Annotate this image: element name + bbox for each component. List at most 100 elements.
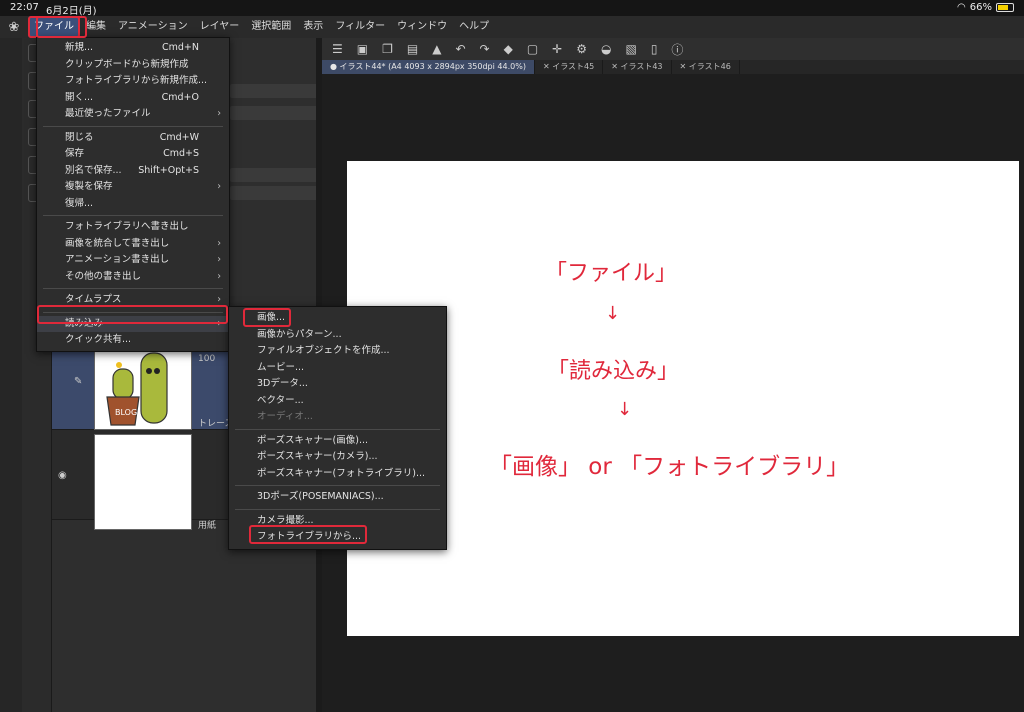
left-dock (0, 38, 22, 712)
menu-separator (235, 428, 440, 430)
flip-icon[interactable]: ◆ (504, 42, 513, 56)
menu-item[interactable]: 複製を保存 › (37, 179, 229, 196)
panel-control[interactable] (230, 84, 322, 98)
redo-icon[interactable]: ↷ (480, 42, 490, 56)
menu-item[interactable]: カメラ撮影... (229, 513, 446, 530)
menu-separator (43, 125, 223, 127)
menu-item[interactable]: 開く... Cmd+O (37, 90, 229, 107)
menu-item-label: クリップボードから新規作成 (65, 58, 189, 70)
menu-item[interactable]: その他の書き出し › (37, 269, 229, 286)
menu-item[interactable]: クリップボードから新規作成 (37, 57, 229, 74)
eye-icon[interactable]: ◉ (58, 470, 67, 481)
panel-control[interactable] (230, 168, 322, 182)
menu-item[interactable]: 閉じる Cmd+W (37, 130, 229, 147)
help-icon[interactable]: ⓘ (671, 41, 683, 58)
menu-item[interactable]: ファイルオブジェクトを作成... (229, 343, 446, 360)
undo-icon[interactable]: ↶ (455, 42, 465, 56)
app-logo-icon[interactable]: ❀ (0, 20, 28, 35)
chevron-right-icon: › (217, 181, 221, 192)
tab-document[interactable]: ✕ イラスト43 (603, 60, 672, 74)
cactus-illustration: BLOG (106, 352, 168, 426)
menu-item-shortcut: Cmd+S (163, 148, 199, 159)
menu-item[interactable]: ポーズスキャナー(画像)... (229, 433, 446, 450)
menu-item[interactable]: 3Dデータ... (229, 376, 446, 393)
chevron-right-icon: › (217, 294, 221, 305)
menu-item-shortcut: Cmd+N (162, 42, 199, 53)
layer-thumbnail: BLOG (94, 344, 192, 430)
menu-item[interactable]: ポーズスキャナー(カメラ)... (229, 449, 446, 466)
menu-item-label: その他の書き出し (65, 270, 142, 282)
menu-item[interactable]: ムービー... (229, 360, 446, 377)
menu-item[interactable]: 画像... (229, 310, 446, 327)
new-file-icon[interactable]: ❐ (382, 42, 393, 56)
document-tabs: ● イラスト44* (A4 4093 x 2894px 350dpi 44.0%… (322, 60, 1024, 74)
select-icon[interactable]: ▧ (625, 42, 636, 56)
annotation-import: 「読み込み」 (547, 359, 680, 384)
menu-view[interactable]: 表示 (297, 16, 329, 38)
tab-document[interactable]: ✕ イラスト45 (535, 60, 604, 74)
menu-selection[interactable]: 選択範囲 (245, 16, 297, 38)
menu-item[interactable]: 画像からパターン... (229, 327, 446, 344)
panel-control[interactable] (230, 106, 322, 120)
battery-icon (996, 3, 1014, 12)
layer-opacity: 100 (198, 354, 216, 364)
menu-file[interactable]: ファイル (28, 16, 80, 38)
menu-help[interactable]: ヘルプ (453, 16, 495, 38)
tab-document[interactable]: ✕ イラスト46 (672, 60, 740, 74)
transform-icon[interactable]: ▢ (527, 42, 538, 56)
menu-item-label: ムービー... (257, 361, 305, 373)
menu-item-label: 画像からパターン... (257, 328, 342, 340)
menu-item-label: フォトライブラリから新規作成... (65, 75, 208, 86)
menu-item-label: 復帰... (65, 197, 94, 209)
menu-layer[interactable]: レイヤー (194, 16, 246, 38)
menu-item: オーディオ... (229, 409, 446, 426)
fill-icon[interactable]: ◒ (601, 42, 611, 56)
drawing-canvas[interactable]: 「ファイル」 ↓ 「読み込み」 ↓ 「画像」 or 「フォトライブラリ」 (347, 161, 1019, 636)
chevron-right-icon: › (217, 317, 221, 329)
menu-item-label: 開く... (65, 91, 94, 103)
menu-item[interactable]: フォトライブラリへ書き出し (37, 219, 229, 236)
menu-icon[interactable]: ☰ (332, 42, 343, 56)
menu-item[interactable]: 画像を統合して書き出し › (37, 236, 229, 253)
menu-item[interactable]: 最近使ったファイル › (37, 106, 229, 123)
menu-item[interactable]: 3Dポーズ(POSEMANIACS)... (229, 489, 446, 506)
menu-item-shortcut: Cmd+O (161, 91, 199, 103)
menu-item[interactable]: アニメーション書き出し › (37, 252, 229, 269)
menu-item-label: ポーズスキャナー(フォトライブラリ)... (257, 467, 425, 479)
menu-edit[interactable]: 編集 (80, 16, 112, 38)
menu-item[interactable]: ポーズスキャナー(フォトライブラリ)... (229, 466, 446, 483)
menu-animation[interactable]: アニメーション (112, 16, 194, 38)
menu-item-label: クイック共有... (65, 334, 132, 345)
menu-item[interactable]: フォトライブラリから... (229, 529, 446, 546)
save-icon[interactable]: ▲ (432, 42, 441, 56)
menu-item[interactable]: 保存 Cmd+S (37, 146, 229, 163)
menu-item-label: ファイルオブジェクトを作成... (257, 345, 390, 356)
phone-icon[interactable]: ▯ (651, 42, 658, 56)
menu-filter[interactable]: フィルター (329, 16, 391, 38)
import-submenu: 画像... 画像からパターン... ファイルオブジェクトを作成... ムービー... 3… (228, 306, 447, 550)
menu-item[interactable]: 復帰... (37, 196, 229, 213)
chevron-right-icon: › (217, 237, 221, 249)
menu-window[interactable]: ウィンドウ (391, 16, 453, 38)
menu-item[interactable]: 読み込み › (37, 315, 229, 332)
chevron-right-icon: › (217, 254, 221, 265)
menu-item[interactable]: クイック共有... (37, 332, 229, 349)
menu-item[interactable]: フォトライブラリから新規作成... (37, 73, 229, 90)
status-right: ◠ 66% (957, 2, 1014, 13)
settings-icon[interactable]: ⚙ (576, 42, 587, 56)
command-bar: ☰ ▣ ❐ ▤ ▲ ↶ ↷ ◆ ▢ ✛ ⚙ ◒ ▧ ▯ ⓘ (322, 38, 1024, 60)
move-icon[interactable]: ✛ (552, 42, 562, 56)
menu-item-label: ポーズスキャナー(カメラ)... (257, 451, 378, 462)
open-folder-icon[interactable]: ▤ (407, 42, 418, 56)
fit-icon[interactable]: ▣ (357, 42, 368, 56)
panel-control[interactable] (230, 186, 322, 200)
menu-item-label: ポーズスキャナー(画像)... (257, 434, 368, 446)
menu-item[interactable]: 別名で保存... Shift+Opt+S (37, 163, 229, 180)
menu-item[interactable]: 新規... Cmd+N (37, 40, 229, 57)
date: 6月2日(月) (46, 6, 97, 17)
tab-document[interactable]: ● イラスト44* (A4 4093 x 2894px 350dpi 44.0%… (322, 60, 535, 74)
wifi-icon: ◠ (957, 2, 966, 13)
menu-item[interactable]: タイムラプス › (37, 292, 229, 309)
menu-item[interactable]: ベクター... (229, 393, 446, 410)
menu-item-label: 閉じる (65, 131, 94, 143)
